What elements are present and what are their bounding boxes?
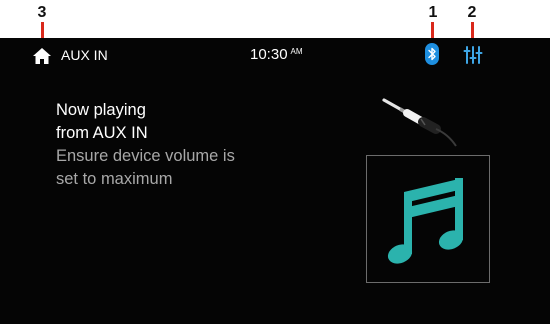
- volume-hint-line-1: Ensure device volume is: [56, 147, 235, 165]
- head-unit-screen: AUX IN 10:30 AM Now playing from AUX IN E…: [0, 38, 550, 324]
- now-playing-message: Now playing from AUX IN Ensure device vo…: [56, 99, 316, 191]
- callout-marker-home: [41, 22, 44, 38]
- aux-jack-icon: [382, 98, 457, 147]
- album-art-placeholder: [366, 155, 490, 283]
- callout-number-bluetooth: 1: [428, 4, 438, 21]
- callout-marker-bluetooth: [431, 22, 434, 38]
- clock-ampm: AM: [290, 47, 303, 56]
- callout-number-equalizer: 2: [467, 4, 477, 21]
- callout-marker-equalizer: [471, 22, 474, 38]
- volume-hint-line-2: set to maximum: [56, 170, 173, 188]
- now-playing-line-1: Now playing: [56, 101, 146, 119]
- status-bar: AUX IN 10:30 AM: [0, 38, 550, 74]
- bluetooth-icon[interactable]: [425, 43, 439, 65]
- clock-time: 10:30: [250, 46, 288, 63]
- source-label: AUX IN: [61, 47, 108, 63]
- callout-number-home: 3: [37, 4, 47, 21]
- music-note-icon: [387, 178, 464, 264]
- clock: 10:30 AM: [250, 46, 303, 63]
- home-icon[interactable]: [33, 48, 51, 64]
- now-playing-line-2: from AUX IN: [56, 124, 148, 142]
- equalizer-icon[interactable]: [463, 46, 483, 64]
